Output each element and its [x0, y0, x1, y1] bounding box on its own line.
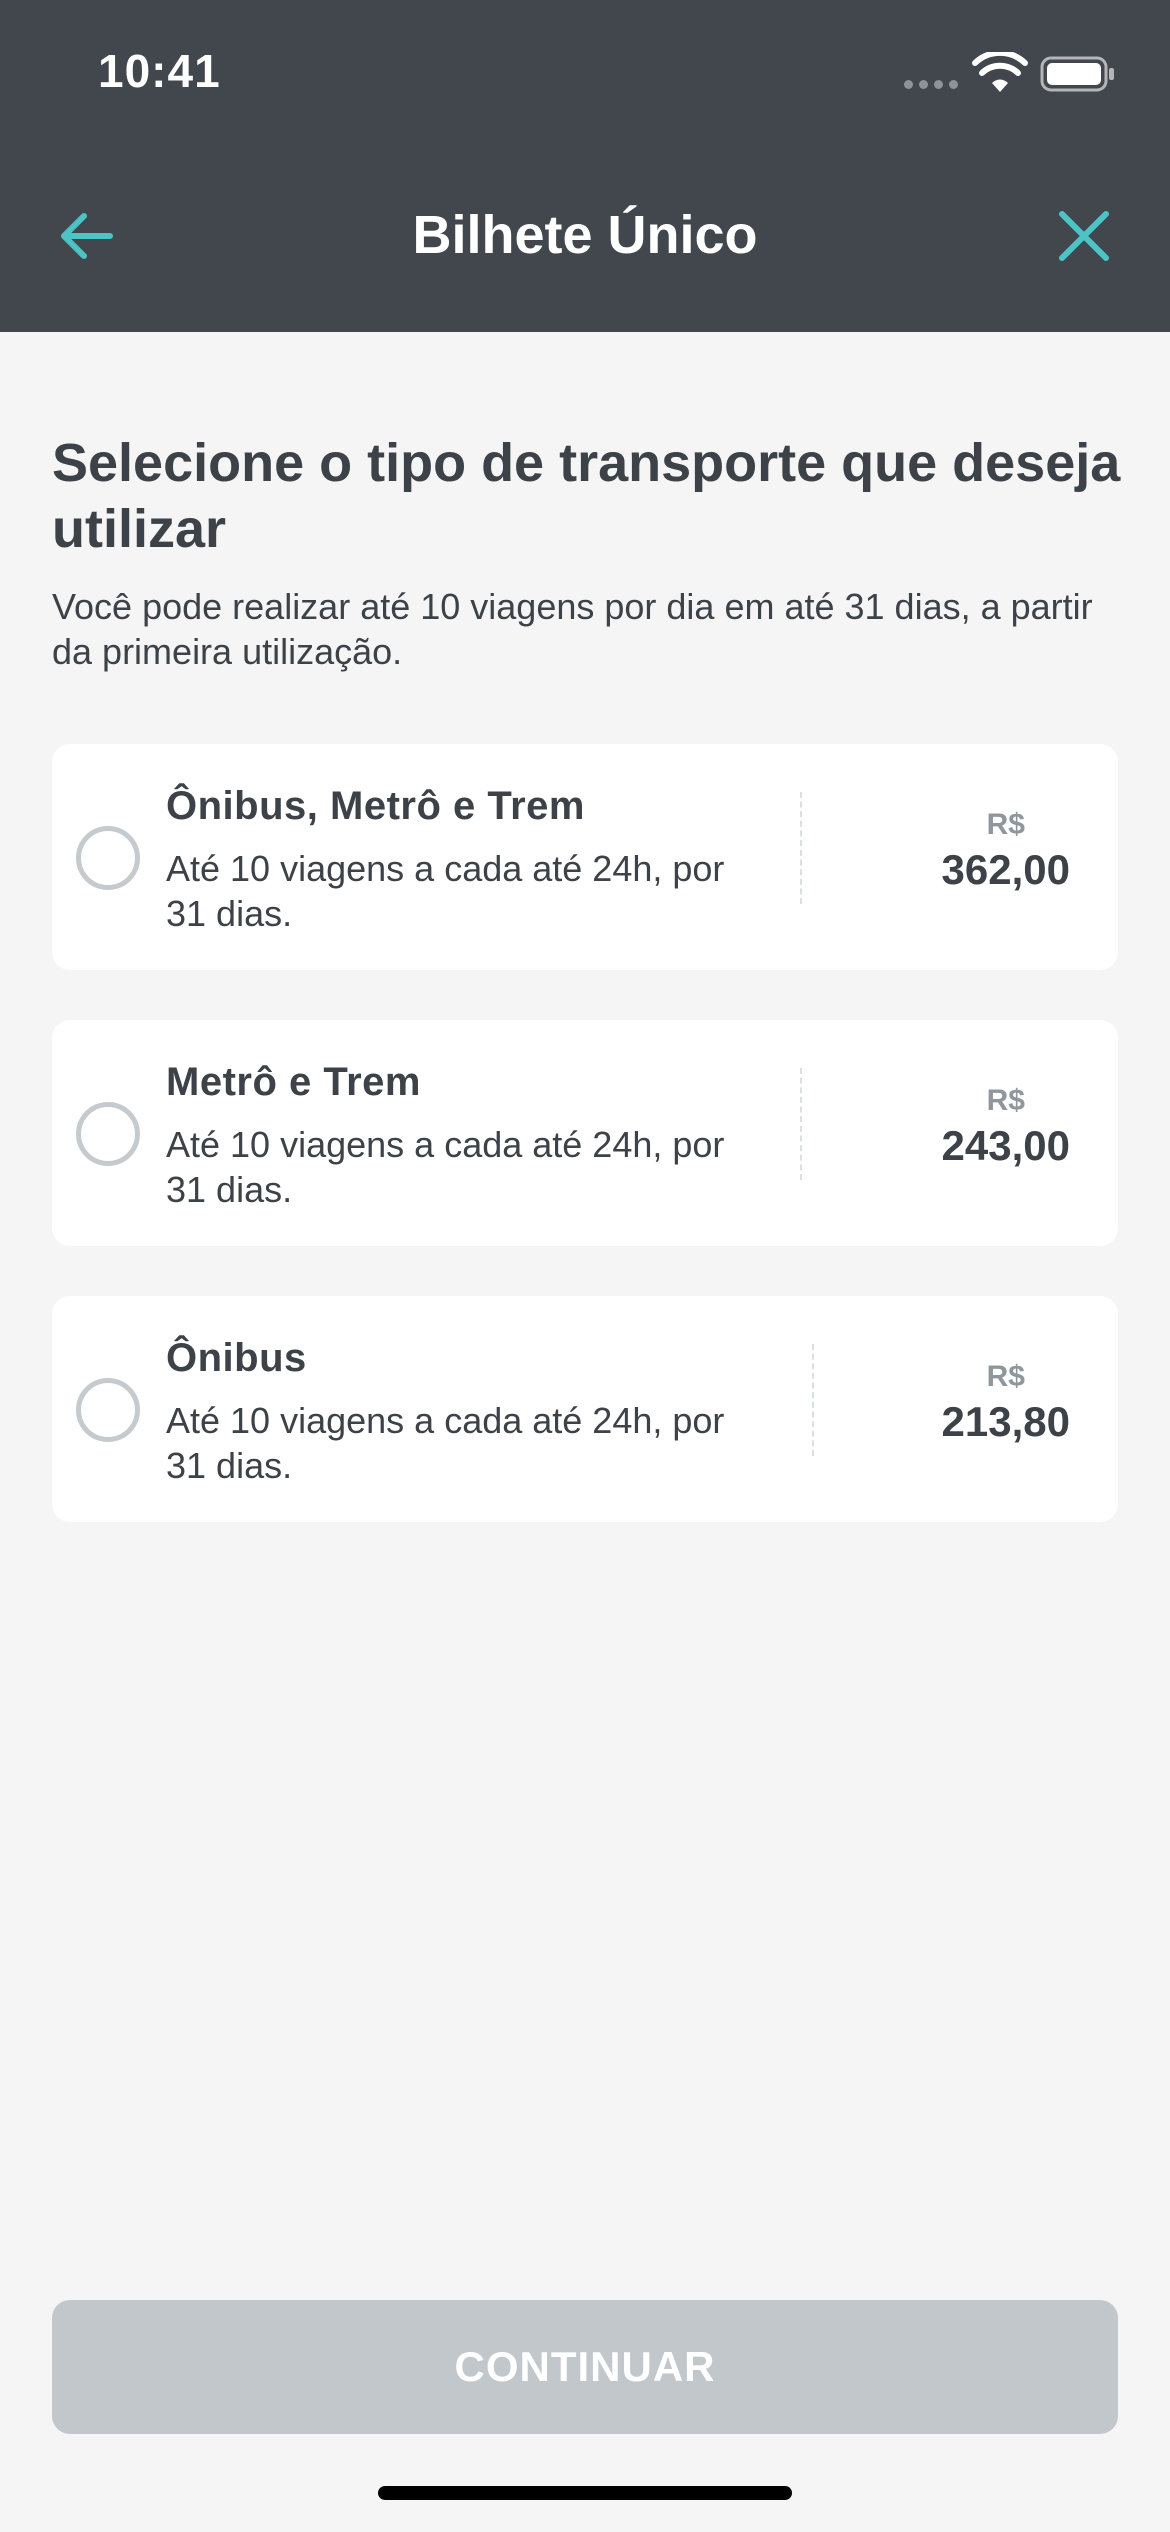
wifi-icon: [972, 52, 1028, 92]
transport-option-metro-trem[interactable]: Metrô e Trem Até 10 viagens a cada até 2…: [52, 1020, 1118, 1246]
divider: [812, 1344, 814, 1456]
page-headline: Selecione o tipo de transporte que desej…: [52, 433, 1121, 559]
option-price: R$ 362,00: [942, 808, 1070, 894]
option-price: R$ 213,80: [942, 1360, 1070, 1446]
home-indicator: [378, 2486, 792, 2500]
currency-label: R$: [986, 1360, 1025, 1393]
radio-button[interactable]: [76, 1378, 140, 1442]
transport-option-onibus-metro-trem[interactable]: Ônibus, Metrô e Trem Até 10 viagens a ca…: [52, 744, 1118, 970]
option-price: R$ 243,00: [942, 1084, 1070, 1170]
battery-icon: [1040, 56, 1114, 92]
option-description: Até 10 viagens a cada até 24h, por 31 di…: [166, 848, 725, 934]
app-header: 10:41 Bilhete Único: [0, 0, 1170, 332]
screen: 10:41 Bilhete Único Selecione o tipo de …: [0, 0, 1170, 2532]
option-title: Metrô e Trem: [166, 1060, 421, 1104]
divider: [800, 1068, 802, 1180]
nav-title: Bilhete Único: [412, 205, 758, 265]
currency-label: R$: [986, 1084, 1025, 1117]
cellular-signal-icon: [904, 80, 958, 89]
transport-option-onibus[interactable]: Ônibus Até 10 viagens a cada até 24h, po…: [52, 1296, 1118, 1522]
price-amount: 243,00: [941, 1122, 1070, 1169]
divider: [800, 792, 802, 904]
continue-button[interactable]: CONTINUAR: [52, 2300, 1118, 2434]
price-amount: 213,80: [941, 1398, 1070, 1445]
option-title: Ônibus, Metrô e Trem: [166, 784, 585, 828]
option-description: Até 10 viagens a cada até 24h, por 31 di…: [166, 1400, 725, 1486]
radio-button[interactable]: [76, 1102, 140, 1166]
price-amount: 362,00: [941, 846, 1070, 893]
option-description: Até 10 viagens a cada até 24h, por 31 di…: [166, 1124, 725, 1210]
radio-button[interactable]: [76, 826, 140, 890]
page-subtext: Você pode realizar até 10 viagens por di…: [52, 586, 1093, 672]
option-title: Ônibus: [166, 1336, 307, 1380]
close-icon[interactable]: [1054, 206, 1114, 266]
currency-label: R$: [986, 808, 1025, 841]
status-time: 10:41: [98, 45, 221, 97]
